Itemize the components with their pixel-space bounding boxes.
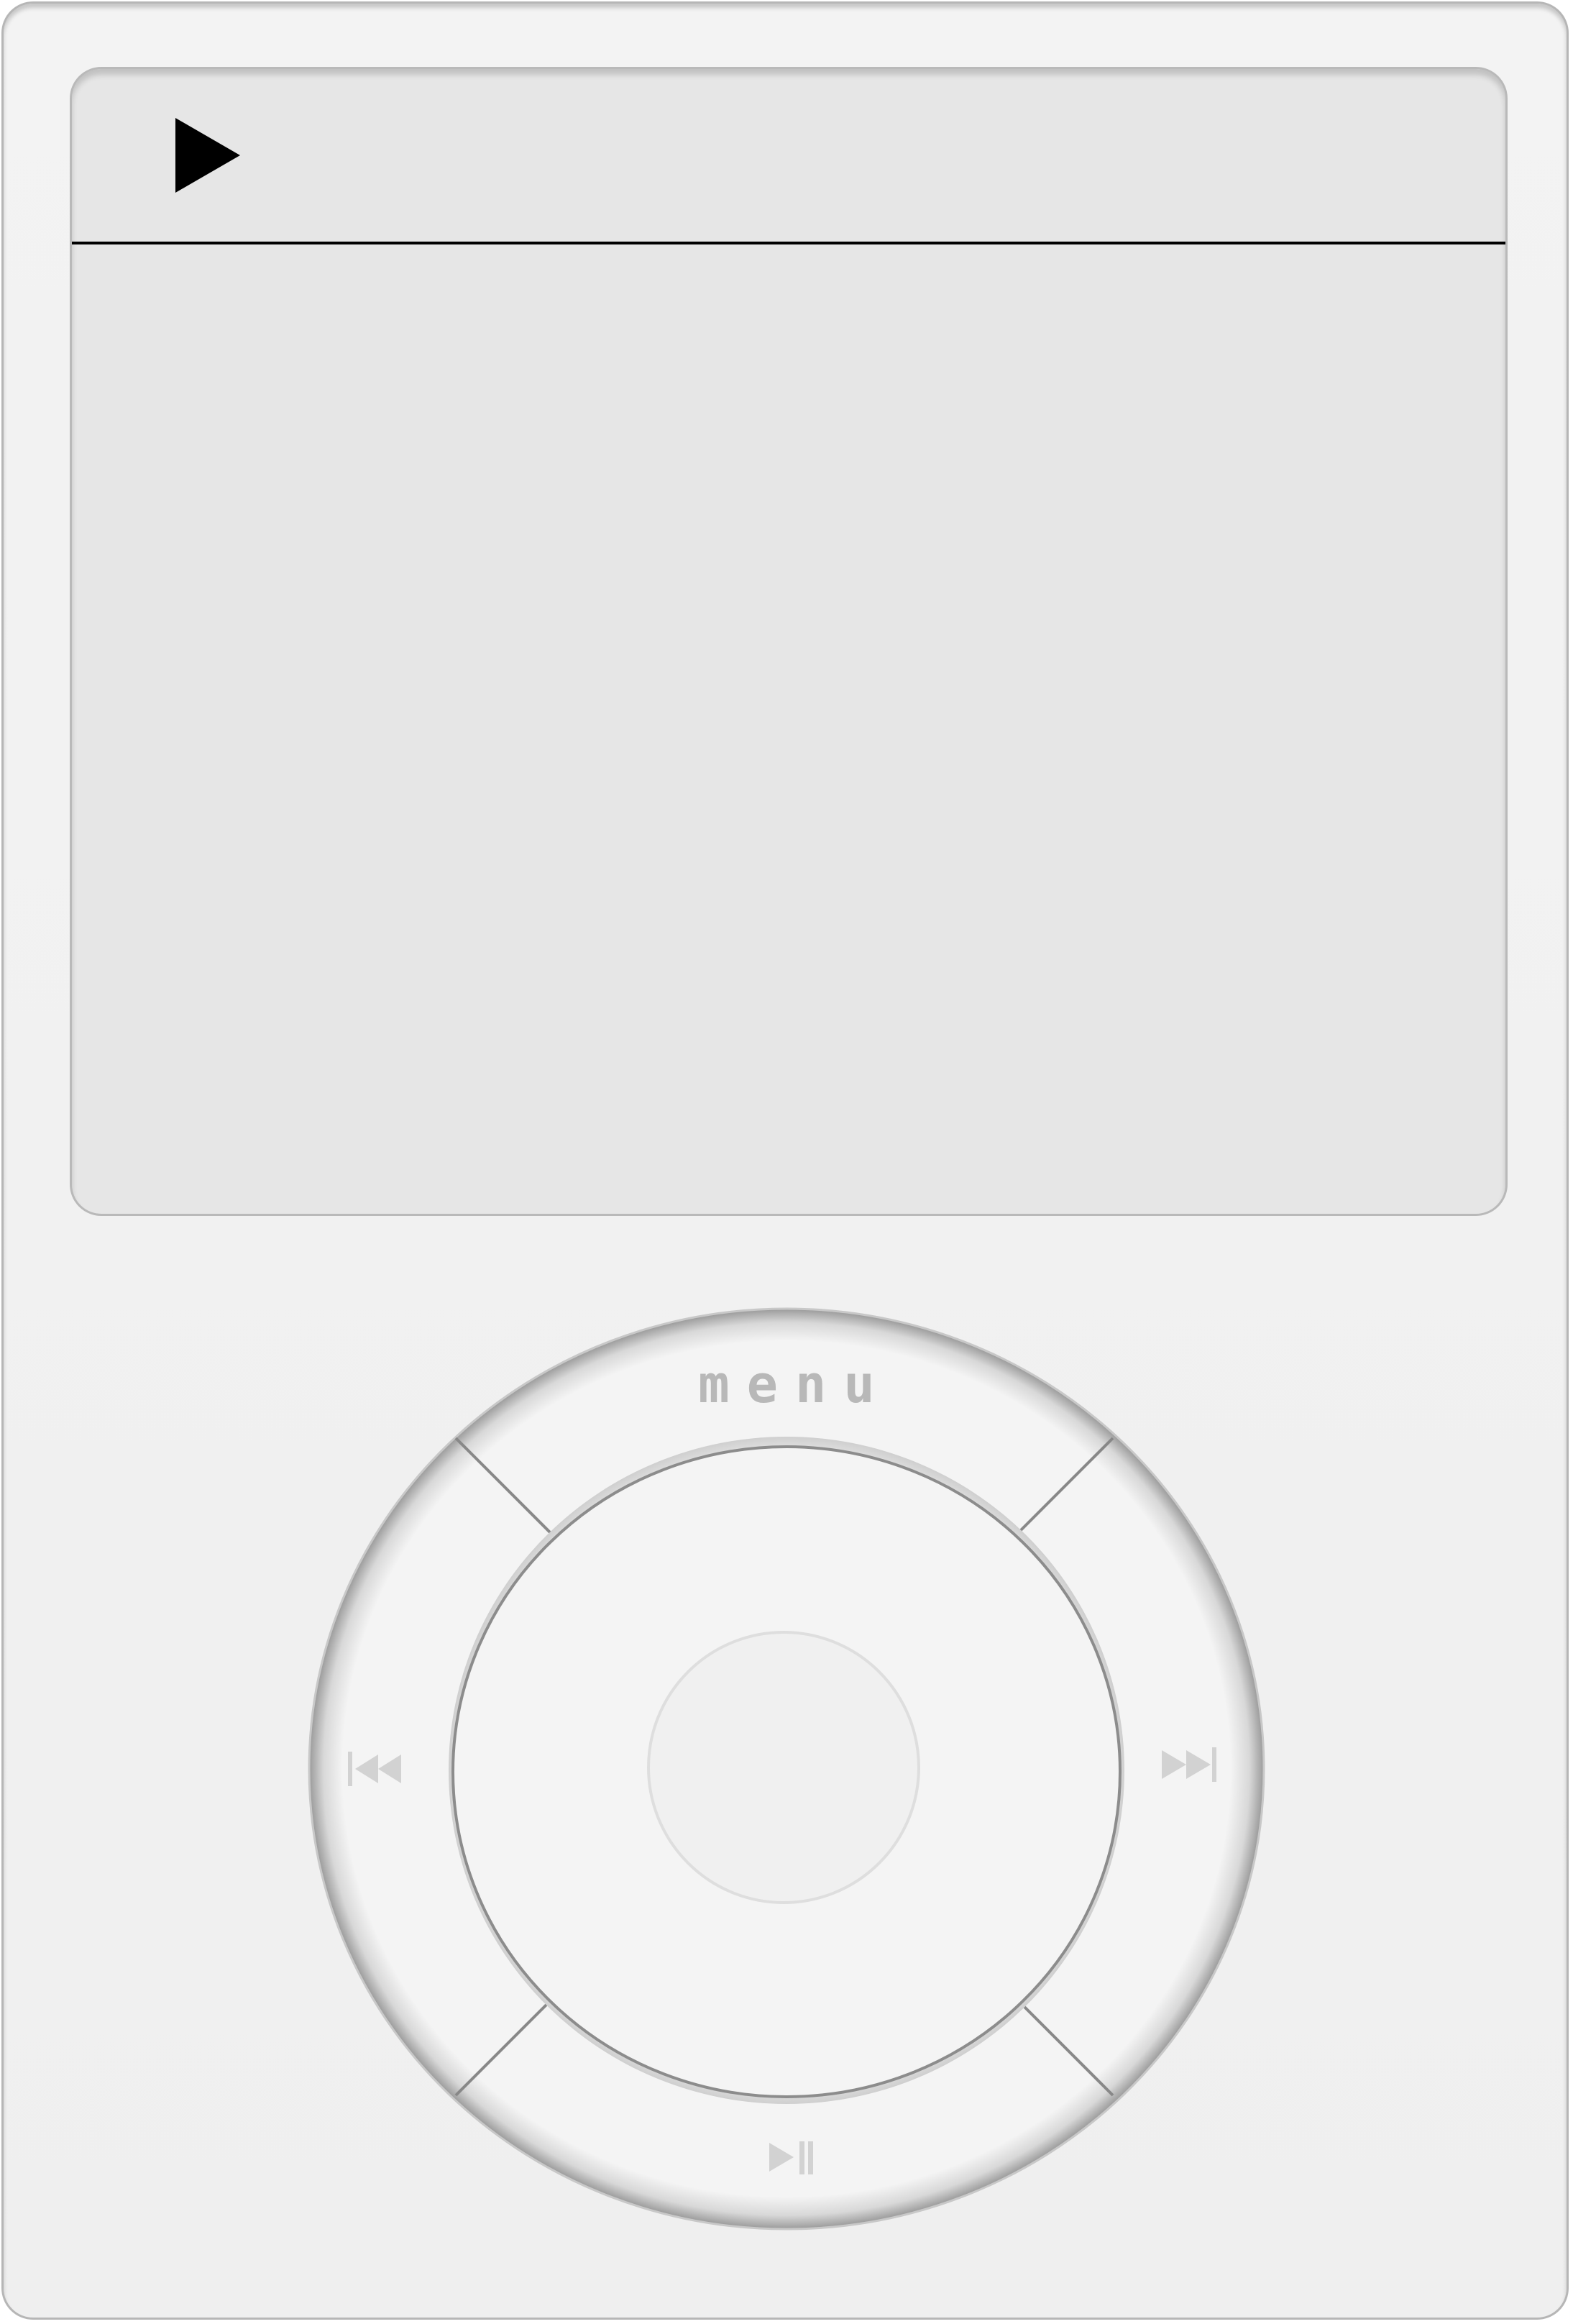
center-select-button[interactable] [647, 1631, 920, 1904]
menu-button[interactable]: menu [0, 1352, 1573, 1417]
click-wheel [308, 1307, 1265, 2231]
